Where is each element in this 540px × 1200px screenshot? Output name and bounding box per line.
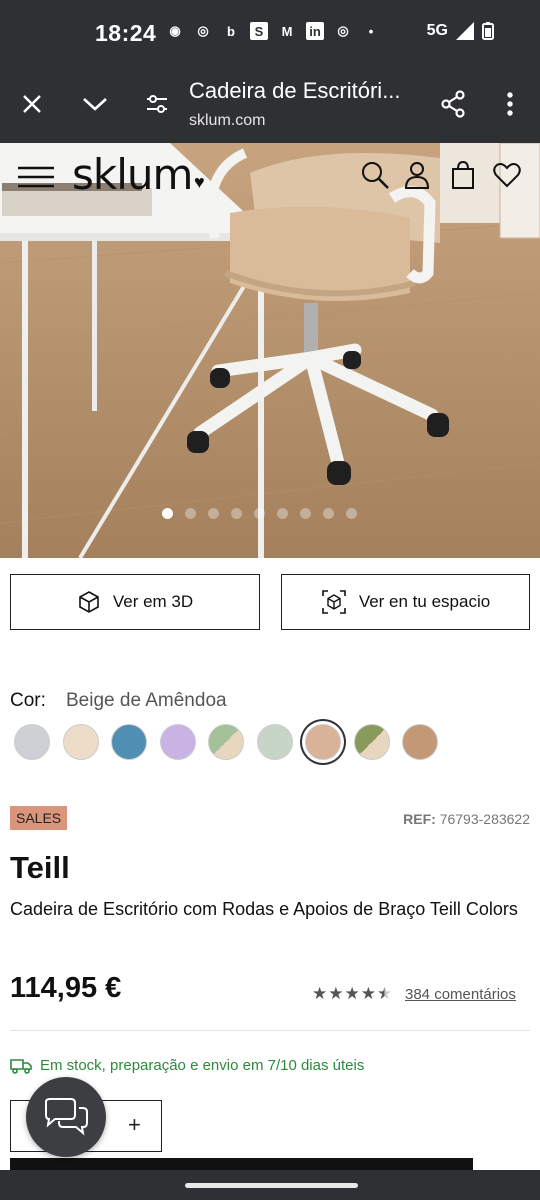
carousel-dots (162, 508, 357, 519)
carousel-dot[interactable] (346, 508, 357, 519)
product-ref: REF: 76793-283622 (380, 811, 530, 827)
chrome-icon: ◎ (197, 23, 209, 38)
color-swatch[interactable] (402, 724, 438, 760)
color-swatch[interactable] (208, 724, 244, 760)
discord-icon: ◉ (169, 23, 181, 38)
carousel-dot[interactable] (162, 508, 173, 519)
chrome-icon-2: ◎ (337, 23, 349, 38)
page-title: Cadeira de Escritóri... (189, 78, 401, 103)
truck-icon (10, 1058, 32, 1074)
close-icon[interactable] (12, 84, 52, 124)
quantity-plus-button[interactable]: + (128, 1112, 141, 1138)
stock-text: Em stock, preparação e envio em 7/10 dia… (40, 1057, 365, 1074)
stock-status: Em stock, preparação e envio em 7/10 dia… (10, 1057, 364, 1074)
view-in-space-label: Ver en tu espacio (358, 592, 491, 611)
site-settings-icon[interactable] (137, 84, 177, 124)
network-label: 5G (426, 22, 448, 39)
star-icon: ★ (344, 984, 360, 1003)
dot-icon: • (368, 23, 374, 39)
logo-heart-icon: ♥ (194, 172, 205, 192)
carousel-dot[interactable] (208, 508, 219, 519)
carousel-dot[interactable] (277, 508, 288, 519)
system-nav-bar (0, 1170, 540, 1200)
color-swatches (14, 724, 444, 764)
custom-tab-toolbar: Cadeira de Escritóri... sklum.com (0, 66, 540, 143)
status-right: 5G (427, 22, 494, 40)
carousel-dot[interactable] (323, 508, 334, 519)
divider (10, 1030, 530, 1031)
site-logo[interactable]: sklum (72, 150, 193, 199)
reviews-link[interactable]: 384 comentários (405, 986, 516, 1003)
color-swatch[interactable] (62, 724, 99, 760)
color-swatch[interactable] (305, 724, 341, 760)
search-icon[interactable] (358, 158, 392, 192)
more-options-icon[interactable] (490, 84, 530, 124)
view-in-space-button[interactable]: Ver en tu espacio (281, 574, 530, 630)
star-icon: ★ (328, 984, 344, 1003)
ref-value: 76793-283622 (439, 811, 530, 827)
s-icon: S (250, 22, 268, 40)
user-icon[interactable] (400, 158, 434, 192)
cube-icon (79, 591, 99, 613)
status-bar: 18:24 ◉ ◎ b S M in ◎ • 5G (0, 0, 540, 66)
home-gesture-handle[interactable] (185, 1183, 358, 1188)
view-3d-button[interactable]: Ver em 3D (10, 574, 260, 630)
chat-icon (45, 1098, 88, 1136)
color-swatch[interactable] (111, 724, 147, 760)
chevron-down-icon[interactable] (75, 84, 115, 124)
star-icon: ★ (360, 984, 376, 1003)
carousel-dot[interactable] (254, 508, 265, 519)
notification-icons: ◉ ◎ b S M in ◎ • (166, 22, 380, 40)
product-image-carousel[interactable] (0, 143, 540, 558)
product-price: 114,95 € (10, 972, 122, 1004)
carousel-dot[interactable] (231, 508, 242, 519)
heart-icon[interactable] (490, 158, 524, 192)
carousel-dot[interactable] (300, 508, 311, 519)
color-value: Beige de Amêndoa (66, 690, 227, 711)
chat-button[interactable] (26, 1077, 106, 1157)
ar-icon (322, 590, 346, 614)
bing-icon: b (227, 23, 235, 39)
status-time: 18:24 (95, 20, 157, 46)
share-icon[interactable] (433, 84, 473, 124)
product-description: Cadeira de Escritório com Rodas e Apoios… (10, 899, 518, 919)
color-swatch[interactable] (159, 724, 196, 760)
menu-icon[interactable] (18, 166, 54, 188)
color-swatch[interactable] (353, 724, 390, 760)
product-name: Teill (10, 850, 70, 885)
star-icon: ★ (312, 984, 328, 1003)
page-url: sklum.com (189, 112, 266, 129)
product-photo (0, 143, 540, 558)
ref-label: REF: (403, 811, 436, 827)
sales-badge: SALES (10, 806, 68, 830)
battery-icon (482, 22, 494, 40)
carousel-dot[interactable] (185, 508, 196, 519)
signal-icon (456, 22, 474, 40)
star-icon: ★ (377, 984, 393, 1003)
rating-stars: ★ ★ ★ ★ ★ (312, 984, 392, 1004)
cart-icon[interactable] (446, 158, 480, 192)
gmail-icon: M (281, 23, 293, 39)
color-label: Cor: (10, 690, 46, 711)
linkedin-icon: in (306, 22, 324, 40)
color-swatch[interactable] (256, 724, 293, 760)
color-swatch[interactable] (14, 724, 50, 760)
view-3d-label: Ver em 3D (112, 592, 194, 611)
